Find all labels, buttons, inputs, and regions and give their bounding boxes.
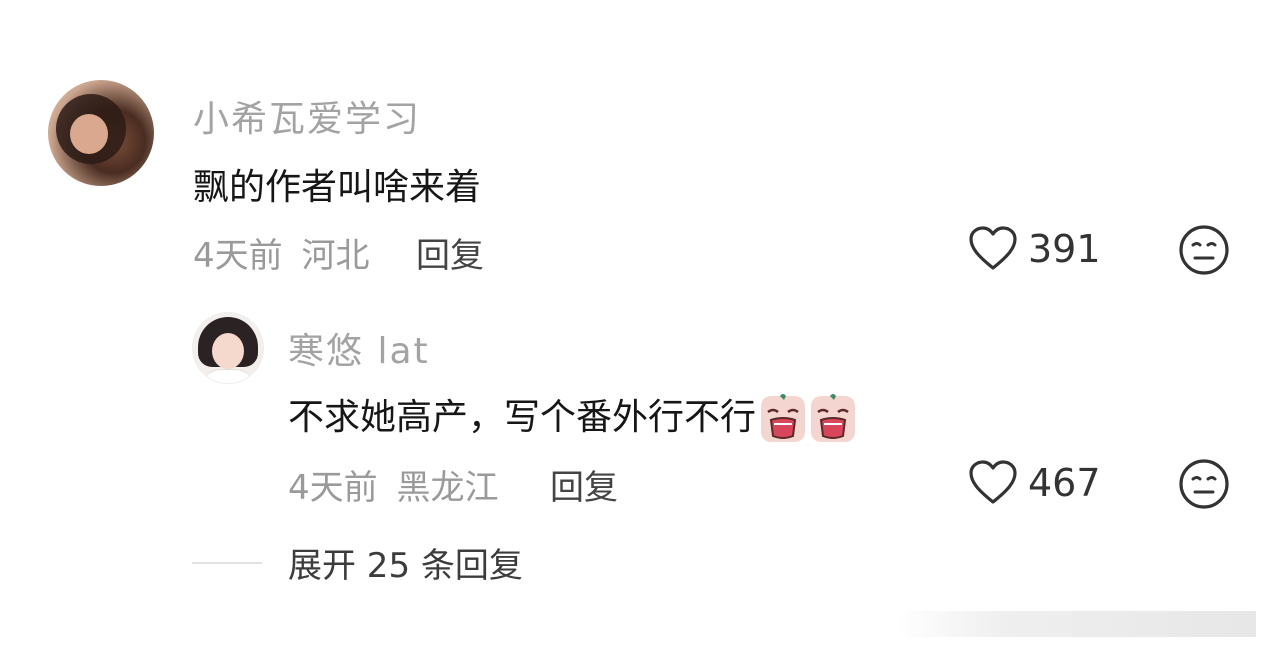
reply-reply-button[interactable]: 回复 — [550, 460, 618, 509]
heart-outline-icon — [969, 460, 1017, 504]
divider — [192, 561, 262, 564]
reply-meta: 4天前 黑龙江 — [288, 460, 498, 509]
reply-time: 4天前 — [288, 468, 378, 508]
comment-time: 4天前 — [193, 236, 283, 276]
avatar[interactable] — [48, 80, 154, 186]
reply-avatar[interactable] — [192, 312, 264, 384]
expand-replies-button[interactable]: 展开 25 条回复 — [192, 538, 523, 587]
like-button[interactable]: 391 — [968, 226, 1101, 272]
crying-face-emoji — [811, 394, 856, 442]
watermark — [896, 611, 1256, 637]
reply-button[interactable]: 回复 — [416, 228, 484, 277]
reply-like-count: 467 — [1028, 461, 1101, 505]
comment-meta: 4天前 河北 — [193, 228, 369, 277]
reply-username[interactable]: 寒悠 lat — [288, 322, 430, 374]
expand-replies-label: 展开 25 条回复 — [288, 546, 523, 586]
reply-text: 不求她高产，写个番外行不行 — [288, 397, 757, 438]
comment-thread: 小希瓦爱学习 飘的作者叫啥来着 4天前 河北 回复 391 寒悠 lat 不求她… — [0, 0, 1278, 657]
neutral-face-icon[interactable] — [1178, 458, 1230, 510]
neutral-face-icon[interactable] — [1178, 224, 1230, 276]
like-count: 391 — [1028, 227, 1101, 271]
crying-face-emoji — [761, 394, 806, 442]
comment-location: 河北 — [301, 236, 370, 276]
comment-text: 飘的作者叫啥来着 — [193, 167, 482, 208]
reply-like-button[interactable]: 467 — [968, 460, 1101, 506]
reply-text-row: 不求她高产，写个番外行不行 — [288, 388, 856, 444]
heart-outline-icon — [969, 226, 1017, 270]
reply-location: 黑龙江 — [396, 468, 499, 508]
comment-username[interactable]: 小希瓦爱学习 — [193, 90, 421, 142]
